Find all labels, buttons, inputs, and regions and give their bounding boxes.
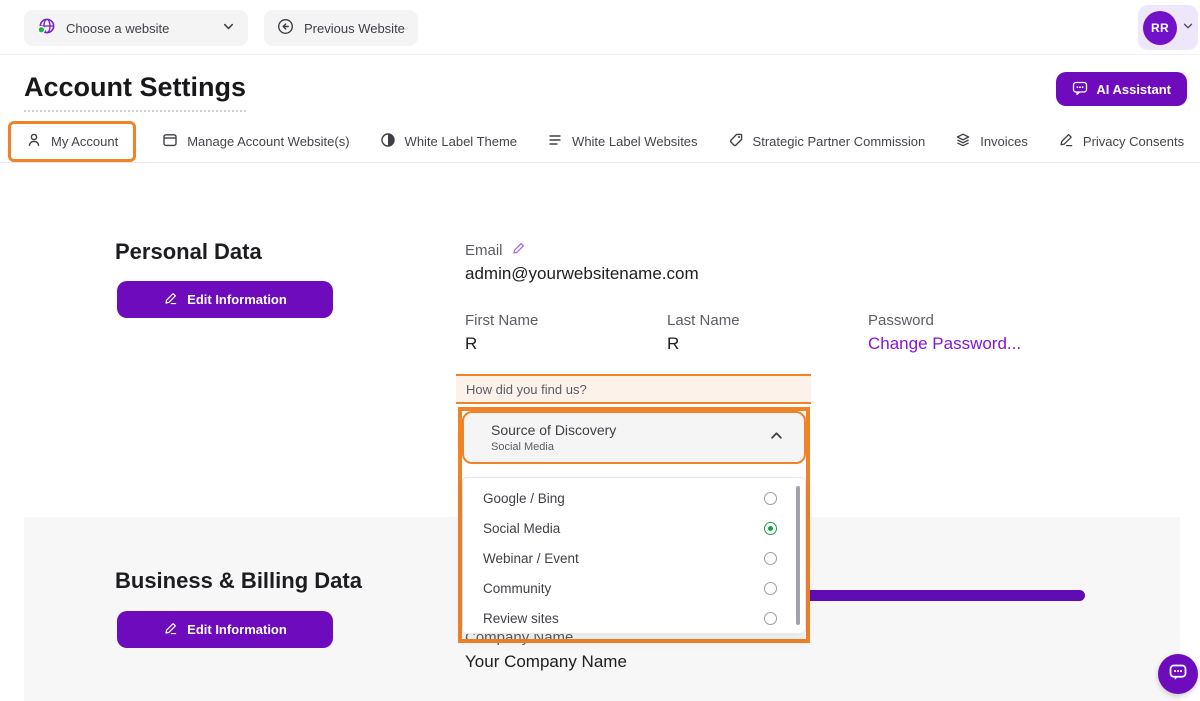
tab-manage-account-websites[interactable]: Manage Account Website(s) [158, 123, 353, 160]
browser-icon [162, 132, 178, 151]
chevron-down-icon [222, 20, 235, 36]
tab-white-label-websites[interactable]: White Label Websites [543, 123, 702, 160]
email-value: admin@yourwebsitename.com [465, 264, 699, 284]
radio-icon[interactable] [764, 612, 777, 625]
first-name-value: R [465, 334, 477, 354]
tag-icon [728, 132, 744, 151]
tab-my-account[interactable]: My Account [8, 121, 136, 162]
options-scrollbar[interactable] [796, 486, 800, 625]
email-label-row: Email [465, 241, 526, 260]
chat-bubble-icon [1168, 662, 1188, 687]
tab-privacy-consents[interactable]: Privacy Consents [1054, 123, 1188, 160]
password-label: Password [868, 312, 934, 329]
ai-assistant-label: AI Assistant [1096, 82, 1171, 97]
radio-icon[interactable] [764, 552, 777, 565]
tab-strategic-partner-commission[interactable]: Strategic Partner Commission [724, 123, 930, 160]
user-icon [26, 132, 42, 151]
tab-label: White Label Websites [572, 134, 698, 149]
how-did-you-find-us-label: How did you find us? [456, 374, 811, 404]
website-globe-icon [37, 17, 56, 39]
layers-icon [955, 132, 971, 151]
option-community[interactable]: Community [463, 573, 805, 603]
topbar: Choose a website Previous Website RR [0, 0, 1200, 55]
edit-business-information-button[interactable]: Edit Information [117, 611, 333, 648]
company-name-value: Your Company Name [465, 652, 627, 672]
last-name-value: R [667, 334, 679, 354]
business-billing-title: Business & Billing Data [115, 568, 362, 594]
avatar: RR [1143, 11, 1177, 45]
pencil-icon [163, 621, 178, 639]
signature-icon [1058, 132, 1074, 151]
option-google-bing[interactable]: Google / Bing [463, 483, 805, 513]
choose-website-label: Choose a website [66, 21, 169, 36]
chat-bubble-icon [1072, 80, 1088, 99]
tab-label: Manage Account Website(s) [187, 134, 349, 149]
radio-icon[interactable] [764, 492, 777, 505]
pencil-icon [163, 291, 178, 309]
source-of-discovery-options: Google / Bing Social Media Webinar / Eve… [462, 477, 806, 634]
tab-label: Strategic Partner Commission [753, 134, 926, 149]
email-label: Email [465, 242, 503, 259]
account-settings-page: Choose a website Previous Website RR Acc… [0, 0, 1200, 701]
chevron-up-icon [769, 428, 784, 448]
tab-label: White Label Theme [405, 134, 518, 149]
chevron-down-icon [1182, 19, 1194, 37]
option-social-media[interactable]: Social Media [463, 513, 805, 543]
option-review-sites[interactable]: Review sites [463, 603, 805, 633]
tab-label: Invoices [980, 134, 1028, 149]
tabbar: My Account Manage Account Website(s) Whi… [8, 121, 1200, 162]
choose-website-dropdown[interactable]: Choose a website [24, 10, 248, 46]
lines-icon [547, 132, 563, 151]
tab-label: Privacy Consents [1083, 134, 1184, 149]
radio-icon[interactable] [764, 582, 777, 595]
radio-icon[interactable] [764, 522, 777, 535]
chat-widget-button[interactable] [1158, 654, 1198, 694]
edit-information-label: Edit Information [187, 622, 287, 637]
ai-assistant-button[interactable]: AI Assistant [1056, 72, 1187, 106]
change-password-link[interactable]: Change Password... [868, 334, 1021, 354]
select-selected-value: Social Media [491, 441, 616, 453]
edit-information-label: Edit Information [187, 292, 287, 307]
arrow-left-circle-icon [277, 18, 294, 38]
page-title: Account Settings [24, 72, 246, 112]
progress-bar [803, 590, 1085, 601]
tabbar-divider [0, 162, 1200, 163]
first-name-label: First Name [465, 312, 538, 329]
tab-label: My Account [51, 134, 118, 149]
select-label: Source of Discovery [491, 422, 616, 438]
previous-website-button[interactable]: Previous Website [264, 10, 418, 46]
edit-email-pencil-icon[interactable] [511, 241, 526, 260]
source-of-discovery-select[interactable]: Source of Discovery Social Media [462, 411, 806, 464]
personal-data-title: Personal Data [115, 239, 262, 265]
user-menu[interactable]: RR [1138, 5, 1198, 50]
tab-white-label-theme[interactable]: White Label Theme [376, 123, 522, 160]
contrast-icon [380, 132, 396, 151]
previous-website-label: Previous Website [304, 21, 405, 36]
edit-personal-information-button[interactable]: Edit Information [117, 281, 333, 318]
option-webinar-event[interactable]: Webinar / Event [463, 543, 805, 573]
last-name-label: Last Name [667, 312, 740, 329]
tab-invoices[interactable]: Invoices [951, 123, 1032, 160]
